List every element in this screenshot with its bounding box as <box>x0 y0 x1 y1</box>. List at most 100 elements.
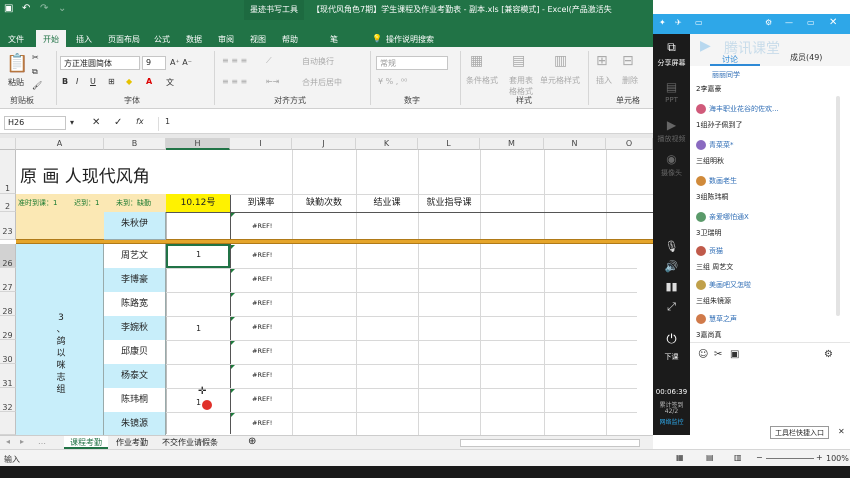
row-header[interactable]: 27 <box>0 268 16 292</box>
zoom-out-icon[interactable]: − <box>756 453 763 462</box>
student-name[interactable]: 周艺文 <box>104 244 166 269</box>
tab-data[interactable]: 数据 <box>186 34 202 45</box>
name-box[interactable]: H26 <box>4 116 66 130</box>
quick-access-icon[interactable]: ⌄ <box>58 3 66 14</box>
column-header[interactable]: M <box>480 138 544 150</box>
row-header[interactable]: 1 <box>0 150 16 194</box>
page-layout-view-icon[interactable]: ▤ <box>706 453 714 462</box>
avatar[interactable] <box>696 212 706 222</box>
row-header[interactable]: 29 <box>0 316 16 340</box>
share-screen-label[interactable]: 分享屏幕 <box>653 58 690 68</box>
horizontal-scrollbar[interactable] <box>460 439 640 447</box>
add-sheet-icon[interactable]: ⊕ <box>248 436 256 447</box>
column-header[interactable]: A <box>16 138 104 150</box>
tab-home[interactable]: 开始 <box>36 30 66 47</box>
play-video-icon[interactable]: ▶ <box>653 118 690 132</box>
more-sheets-icon[interactable]: … <box>38 437 46 446</box>
tooltip-close-icon[interactable]: ✕ <box>838 427 845 436</box>
student-name[interactable]: 邱康贝 <box>104 340 166 365</box>
window-icon[interactable]: ▭ <box>695 18 703 27</box>
student-name[interactable]: 陈玮桐 <box>104 388 166 413</box>
microphone-icon[interactable]: 🎙 <box>653 240 690 253</box>
late-label[interactable]: 迟到：1 <box>74 198 99 208</box>
chat-list[interactable]: 丽丽同学 2李嘉豪 海丰职业花谷的佐欢... 1组孙子佩到了 青菜菜* 三组明秋… <box>690 66 850 342</box>
network-monitor-label[interactable]: 网络监控 <box>653 417 690 426</box>
bold-icon[interactable]: B <box>62 77 68 86</box>
tab-file[interactable]: 文件 <box>8 34 24 45</box>
align-top-icon[interactable]: ≡ ≡ ≡ <box>222 56 247 65</box>
ink-tools-context-tab[interactable]: 墨迹书写工具 <box>244 0 304 20</box>
chat-input[interactable] <box>694 365 844 425</box>
row-header[interactable]: 30 <box>0 340 16 364</box>
avatar[interactable] <box>696 176 706 186</box>
career-class-header[interactable]: 就业指导课 <box>418 194 480 212</box>
date-cell[interactable]: 10.12号 <box>166 194 230 212</box>
image-icon[interactable]: ▣ <box>730 349 739 360</box>
redo-icon[interactable]: ↷ <box>40 3 48 14</box>
ref-error[interactable]: #REF! <box>252 371 272 379</box>
tab-insert[interactable]: 插入 <box>76 34 92 45</box>
name-box-dropdown-icon[interactable]: ▾ <box>70 118 74 127</box>
student-name[interactable]: 杨泰文 <box>104 364 166 389</box>
sheet-tab-active[interactable]: 课程考勤 <box>64 436 108 449</box>
currency-icon[interactable]: ¥ % , ⁰⁰ <box>378 77 407 86</box>
sheet-title[interactable]: 原 画 人现代风角 <box>20 162 150 187</box>
grow-font-icon[interactable]: A⁺ A⁻ <box>170 58 192 67</box>
column-header[interactable]: J <box>292 138 356 150</box>
ref-error[interactable]: #REF! <box>252 323 272 331</box>
table-format-icon[interactable]: ▤ <box>512 53 525 69</box>
student-name[interactable]: 李婉秋 <box>104 316 166 341</box>
normal-view-icon[interactable]: ▦ <box>676 453 684 462</box>
share-screen-icon[interactable]: ⧉ <box>653 40 690 55</box>
absent-label[interactable]: 未到：缺勤 <box>116 198 151 208</box>
select-all-corner[interactable] <box>0 138 16 150</box>
underline-icon[interactable]: U <box>90 77 96 86</box>
fill-color-icon[interactable]: ◆ <box>126 77 132 86</box>
end-class-icon[interactable]: ⏻ <box>653 332 690 347</box>
chat-sender[interactable]: 美画吧又怎啦 <box>709 281 751 289</box>
column-header[interactable]: K <box>356 138 418 150</box>
column-header[interactable]: L <box>418 138 480 150</box>
cut-icon[interactable]: ✂ <box>32 53 39 62</box>
chat-settings-icon[interactable]: ⚙ <box>824 349 833 360</box>
ref-error[interactable]: #REF! <box>252 251 272 259</box>
avatar[interactable] <box>696 246 706 256</box>
chat-sender[interactable]: 贡猫 <box>709 247 723 255</box>
column-header[interactable]: O <box>606 138 653 150</box>
tab-view[interactable]: 视图 <box>250 34 266 45</box>
cancel-icon[interactable]: ✕ <box>92 117 100 128</box>
italic-icon[interactable]: I <box>76 77 78 86</box>
row-header[interactable]: 23 <box>0 212 16 240</box>
student-name[interactable]: 李博豪 <box>104 268 166 293</box>
final-class-header[interactable]: 结业课 <box>356 194 418 212</box>
font-name-box[interactable]: 方正准圆简体 <box>60 56 140 70</box>
ref-error[interactable]: #REF! <box>252 275 272 283</box>
close-icon[interactable]: ✕ <box>829 17 837 28</box>
ref-error[interactable]: #REF! <box>252 347 272 355</box>
enter-icon[interactable]: ✓ <box>114 117 122 128</box>
conditional-format-button[interactable]: 条件格式 <box>466 75 498 86</box>
end-class-label[interactable]: 下课 <box>653 352 690 362</box>
student-name[interactable]: 朱秋伊 <box>104 212 166 240</box>
pinyin-icon[interactable]: 文 <box>166 77 174 88</box>
cell-style-icon[interactable]: ▥ <box>554 53 567 69</box>
expand-icon[interactable]: ⤢ <box>653 300 690 314</box>
scissors-icon[interactable]: ✂ <box>714 349 722 360</box>
cell-style-button[interactable]: 单元格样式 <box>540 75 580 86</box>
scroll-right-icon[interactable]: ▸ <box>20 437 24 446</box>
tab-review[interactable]: 审阅 <box>218 34 234 45</box>
insert-cells-button[interactable]: 插入 <box>596 75 612 86</box>
settings-icon[interactable]: ⚙ <box>765 18 772 27</box>
camera-label[interactable]: 摄像头 <box>653 168 690 178</box>
font-size-box[interactable]: 9 <box>142 56 166 70</box>
student-name[interactable]: 朱镜源 <box>104 412 166 435</box>
merge-center-button[interactable]: 合并后居中 <box>302 77 342 88</box>
copy-icon[interactable]: ⧉ <box>32 67 38 77</box>
avatar[interactable] <box>696 140 706 150</box>
spreadsheet-grid[interactable]: A B H I J K L M N O 1 2 23 26 27 28 29 3… <box>0 138 653 435</box>
student-name[interactable]: 陈路宽 <box>104 292 166 317</box>
save-icon[interactable]: ▣ <box>4 3 13 14</box>
chat-sender[interactable]: 海丰职业花谷的佐欢... <box>709 105 779 113</box>
chat-scrollbar[interactable] <box>836 96 840 316</box>
avatar[interactable] <box>696 314 706 324</box>
